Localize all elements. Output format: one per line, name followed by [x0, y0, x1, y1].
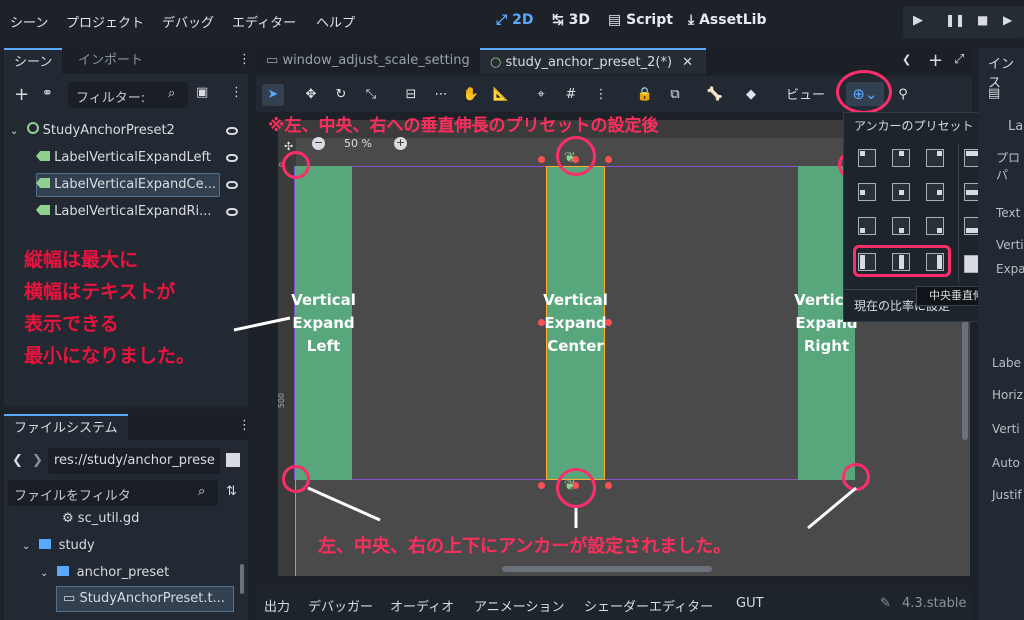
- preset-top-left[interactable]: [858, 149, 876, 167]
- new-resource-icon[interactable]: ▤: [988, 86, 1000, 101]
- inspector-item: プロパ: [996, 151, 1021, 182]
- tab-audio[interactable]: オーディオ: [390, 596, 454, 615]
- tab-gut[interactable]: GUT: [736, 596, 764, 611]
- annotation-top: ※左、中央、右への垂直伸長のプリセットの設定後: [268, 116, 659, 136]
- tab-animation[interactable]: アニメーション: [474, 596, 564, 615]
- preset-center-right[interactable]: [926, 183, 944, 201]
- pointer-line: [233, 316, 291, 332]
- inspector-item: Horiz: [992, 388, 1023, 402]
- pointer-line: [807, 486, 857, 530]
- preset-center-top[interactable]: [892, 149, 910, 167]
- bottom-panel-bar: 出力 デバッガー オーディオ アニメーション シェーダーエディター GUT ✎ …: [256, 590, 973, 620]
- version-icon: ✎: [880, 596, 891, 611]
- inspector-item: Verti: [992, 422, 1020, 436]
- inspector-item: Verti: [996, 238, 1024, 252]
- preset-bottom-right[interactable]: [926, 217, 944, 235]
- tab-output[interactable]: 出力: [264, 596, 290, 615]
- inspector-item: ente: [996, 284, 1023, 298]
- inspector-item: Labe: [992, 356, 1022, 370]
- tab-shader-editor[interactable]: シェーダーエディター: [584, 596, 713, 615]
- preset-left-wide[interactable]: [858, 253, 876, 271]
- preset-center-bottom[interactable]: [892, 217, 910, 235]
- annotation-bottom: 左、中央、右の上下にアンカーが設定されました。: [318, 536, 732, 557]
- inspector-item: Auto: [992, 456, 1020, 470]
- version-label: 4.3.stable: [902, 596, 967, 611]
- inspector-item: La: [1008, 119, 1024, 134]
- popup-divider: [958, 143, 959, 283]
- preset-bottom-left[interactable]: [858, 217, 876, 235]
- preset-center[interactable]: [892, 183, 910, 201]
- preset-center-left[interactable]: [858, 183, 876, 201]
- preset-top-right[interactable]: [926, 149, 944, 167]
- pointer-line: [307, 486, 381, 522]
- inspector-item: Text: [996, 206, 1021, 220]
- preset-right-wide[interactable]: [926, 253, 944, 271]
- popup-title: アンカーのプリセット: [854, 119, 974, 133]
- inspector-item: Expa: [996, 262, 1024, 276]
- tab-debugger[interactable]: デバッガー: [308, 596, 373, 615]
- preset-vcenter-wide[interactable]: [892, 253, 910, 271]
- inspector-item: Justif: [992, 488, 1022, 502]
